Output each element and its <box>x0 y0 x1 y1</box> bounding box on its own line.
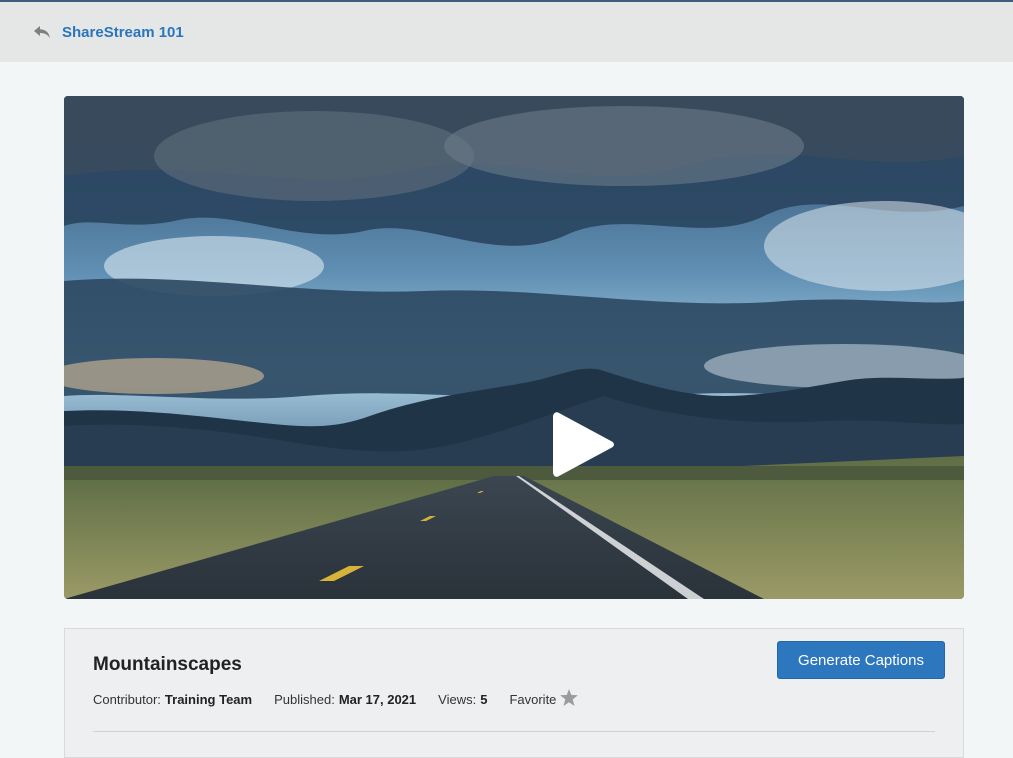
back-link[interactable]: ShareStream 101 <box>62 24 184 41</box>
divider <box>93 731 935 732</box>
video-player[interactable] <box>64 96 964 599</box>
reply-arrow-icon[interactable] <box>33 25 51 39</box>
contributor-label: Contributor: <box>93 691 161 707</box>
video-details-panel: Mountainscapes Generate Captions Contrib… <box>64 628 964 758</box>
video-meta: Contributor: Training Team Published: Ma… <box>93 689 579 709</box>
contributor-value: Training Team <box>164 691 253 707</box>
generate-captions-button[interactable]: Generate Captions <box>777 641 945 679</box>
header-bar: ShareStream 101 <box>0 2 1013 62</box>
favorite-label: Favorite <box>509 691 557 707</box>
favorite-toggle[interactable]: Favorite <box>509 689 579 709</box>
video-thumbnail <box>64 96 964 599</box>
video-title: Mountainscapes <box>93 654 242 675</box>
view-count: Views: 5 <box>438 692 487 707</box>
views-value: 5 <box>480 691 488 707</box>
contributor: Contributor: Training Team <box>93 692 252 707</box>
published-date: Published: Mar 17, 2021 <box>274 692 416 707</box>
views-label: Views: <box>438 691 477 707</box>
published-value: Mar 17, 2021 <box>338 691 417 707</box>
play-icon[interactable] <box>553 411 615 478</box>
published-label: Published: <box>274 691 335 707</box>
star-icon[interactable] <box>560 689 579 709</box>
